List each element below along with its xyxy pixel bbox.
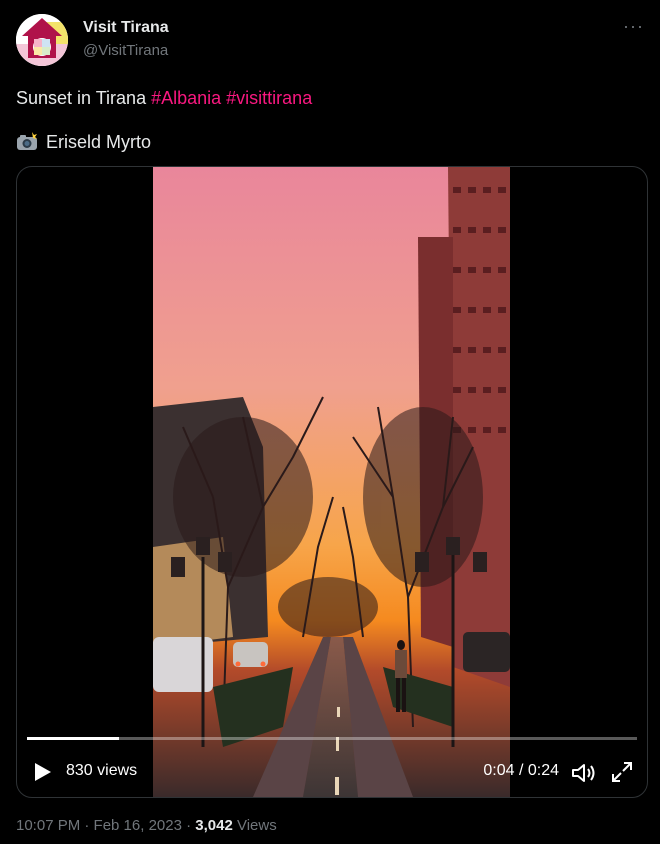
photo-credit: Eriseld Myrto	[16, 130, 151, 154]
tweet-meta: 10:07 PM · Feb 16, 2023 · 3,042 Views	[16, 817, 277, 834]
hashtag-visittirana[interactable]: #visittirana	[226, 88, 312, 108]
handle[interactable]: @VisitTirana	[83, 42, 168, 59]
camera-flash-icon	[17, 132, 37, 150]
progress-bar[interactable]	[27, 737, 637, 740]
fullscreen-icon[interactable]	[611, 761, 633, 783]
duration: 0:24	[527, 762, 559, 779]
tweet-text: Sunset in Tirana #Albania #visittirana	[16, 86, 312, 110]
video-player[interactable]: 830 views 0:04 / 0:24	[16, 166, 648, 798]
volume-icon[interactable]	[571, 762, 597, 784]
current-time: 0:04	[483, 762, 515, 779]
video-frame[interactable]	[153, 167, 510, 797]
video-time: 0:04 / 0:24	[483, 762, 559, 780]
tweet-body: Sunset in Tirana	[16, 88, 152, 108]
credit-name: Eriseld Myrto	[46, 132, 152, 152]
play-icon[interactable]	[33, 761, 53, 783]
visit-tirana-logo	[16, 14, 68, 66]
progress-fill	[27, 737, 119, 740]
more-options-icon[interactable]: ···	[623, 16, 644, 37]
timestamp[interactable]: 10:07 PM · Feb 16, 2023 ·	[16, 817, 195, 834]
video-views: 830 views	[66, 762, 138, 779]
views-label: Views	[232, 817, 277, 834]
avatar[interactable]	[16, 14, 68, 66]
time-separator: /	[514, 762, 528, 779]
view-count: 3,042	[195, 817, 233, 834]
hashtag-albania[interactable]: #Albania	[151, 88, 221, 108]
display-name[interactable]: Visit Tirana	[83, 19, 169, 37]
